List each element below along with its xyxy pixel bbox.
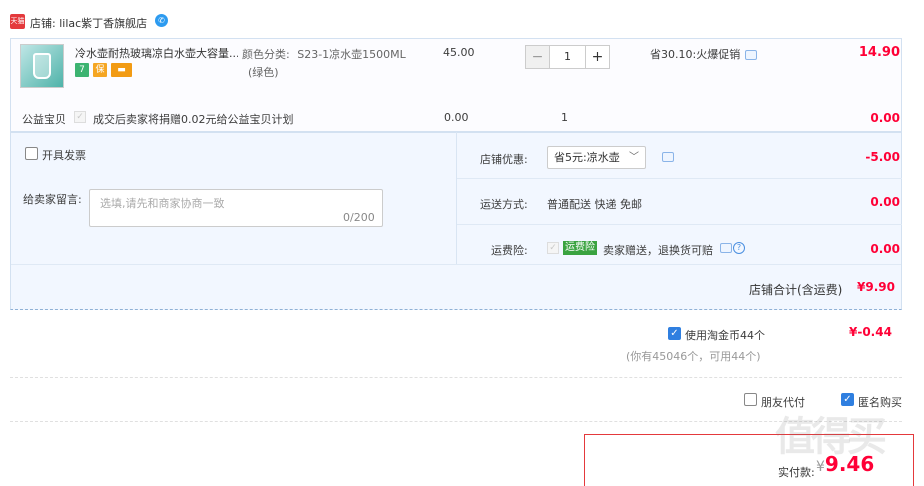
watermark: 值得买 bbox=[775, 414, 887, 460]
invoice-checkbox[interactable] bbox=[25, 147, 38, 160]
credit-card-icon: ▬ bbox=[111, 63, 132, 77]
product-thumbnail[interactable] bbox=[20, 44, 64, 88]
shop-subtotal-label: 店铺合计(含运费) bbox=[749, 283, 843, 297]
shipping-amount: 0.00 bbox=[870, 195, 900, 209]
invoice-label[interactable]: 开具发票 bbox=[42, 147, 86, 163]
chevron-down-icon: ﹀ bbox=[629, 152, 639, 163]
friend-pay-checkbox[interactable] bbox=[744, 393, 757, 406]
insurance-amount: 0.00 bbox=[870, 242, 900, 256]
memo-label: 给卖家留言: bbox=[23, 193, 82, 206]
row-divider bbox=[11, 264, 901, 265]
shipping-value: 普通配送 快递 免邮 bbox=[547, 198, 642, 211]
coin-label[interactable]: 使用淘金币44个 bbox=[685, 327, 765, 343]
insurance-checkbox: ✓ bbox=[547, 242, 559, 254]
seven-day-return-icon: 7 bbox=[75, 63, 89, 77]
sku-label: 颜色分类: bbox=[242, 48, 290, 61]
sku-value: S23-1凉水壶1500ML bbox=[297, 48, 406, 61]
divider bbox=[10, 377, 902, 378]
charity-qty: 1 bbox=[561, 111, 568, 124]
item-line-total: 14.90 bbox=[858, 45, 900, 60]
sku-sub: (绿色) bbox=[248, 66, 279, 79]
insurance-text: 卖家赠送，退换货可赔 bbox=[603, 244, 713, 257]
coin-checkbox[interactable]: ✓ bbox=[668, 327, 681, 340]
row-divider bbox=[457, 178, 902, 179]
tmall-shop-icon: 天猫 bbox=[10, 14, 25, 29]
insurance-comment-icon[interactable] bbox=[720, 243, 732, 253]
charity-label: 公益宝贝 bbox=[22, 113, 66, 126]
guarantee-icon: 保 bbox=[93, 63, 107, 77]
quantity-stepper: − 1 + bbox=[525, 45, 610, 69]
promo-comment-icon[interactable] bbox=[745, 50, 757, 60]
charity-total: 0.00 bbox=[870, 111, 900, 125]
insurance-tag: 运费险 bbox=[563, 241, 597, 255]
coin-discount: ¥-0.44 bbox=[849, 325, 892, 339]
coupon-value: 省5元:凉水壶 bbox=[554, 151, 620, 164]
sku-info: 颜色分类: S23-1凉水壶1500ML (绿色) bbox=[242, 46, 406, 82]
insurance-label: 运费险: bbox=[491, 244, 528, 257]
quantity-decrease-button[interactable]: − bbox=[526, 46, 550, 68]
options-divider bbox=[456, 132, 457, 264]
shipping-label: 运送方式: bbox=[480, 198, 528, 211]
coupon-label: 店铺优惠: bbox=[480, 153, 528, 166]
charity-checkbox: ✓ bbox=[74, 111, 86, 123]
quantity-increase-button[interactable]: + bbox=[585, 46, 609, 68]
shop-name-link[interactable]: 店铺: lilac紫丁香旗舰店 bbox=[30, 15, 147, 31]
row-divider bbox=[457, 224, 902, 225]
quantity-input[interactable]: 1 bbox=[550, 46, 585, 68]
coin-note: (你有45046个，可用44个) bbox=[626, 350, 761, 363]
promotion-text: 省30.10:火爆促销 bbox=[650, 48, 741, 61]
charity-price: 0.00 bbox=[444, 111, 469, 124]
memo-placeholder: 选填,请先和商家协商一致 bbox=[100, 197, 225, 210]
divider bbox=[10, 421, 902, 422]
coupon-select[interactable]: 省5元:凉水壶 ﹀ bbox=[547, 146, 646, 169]
coupon-amount: -5.00 bbox=[865, 150, 900, 164]
help-icon[interactable]: ? bbox=[733, 242, 745, 254]
unit-price: 45.00 bbox=[443, 46, 475, 59]
coupon-comment-icon[interactable] bbox=[662, 152, 674, 162]
charity-text: 成交后卖家将捐赠0.02元给公益宝贝计划 bbox=[93, 113, 294, 126]
memo-char-count: 0/200 bbox=[343, 211, 375, 224]
pay-label: 实付款: bbox=[778, 466, 815, 479]
shop-subtotal-value: ¥9.90 bbox=[857, 280, 895, 294]
product-name-link[interactable]: 冷水壶耐热玻璃凉白水壶大容量... bbox=[75, 45, 238, 61]
shop-chat-icon[interactable]: ✆ bbox=[155, 14, 168, 27]
